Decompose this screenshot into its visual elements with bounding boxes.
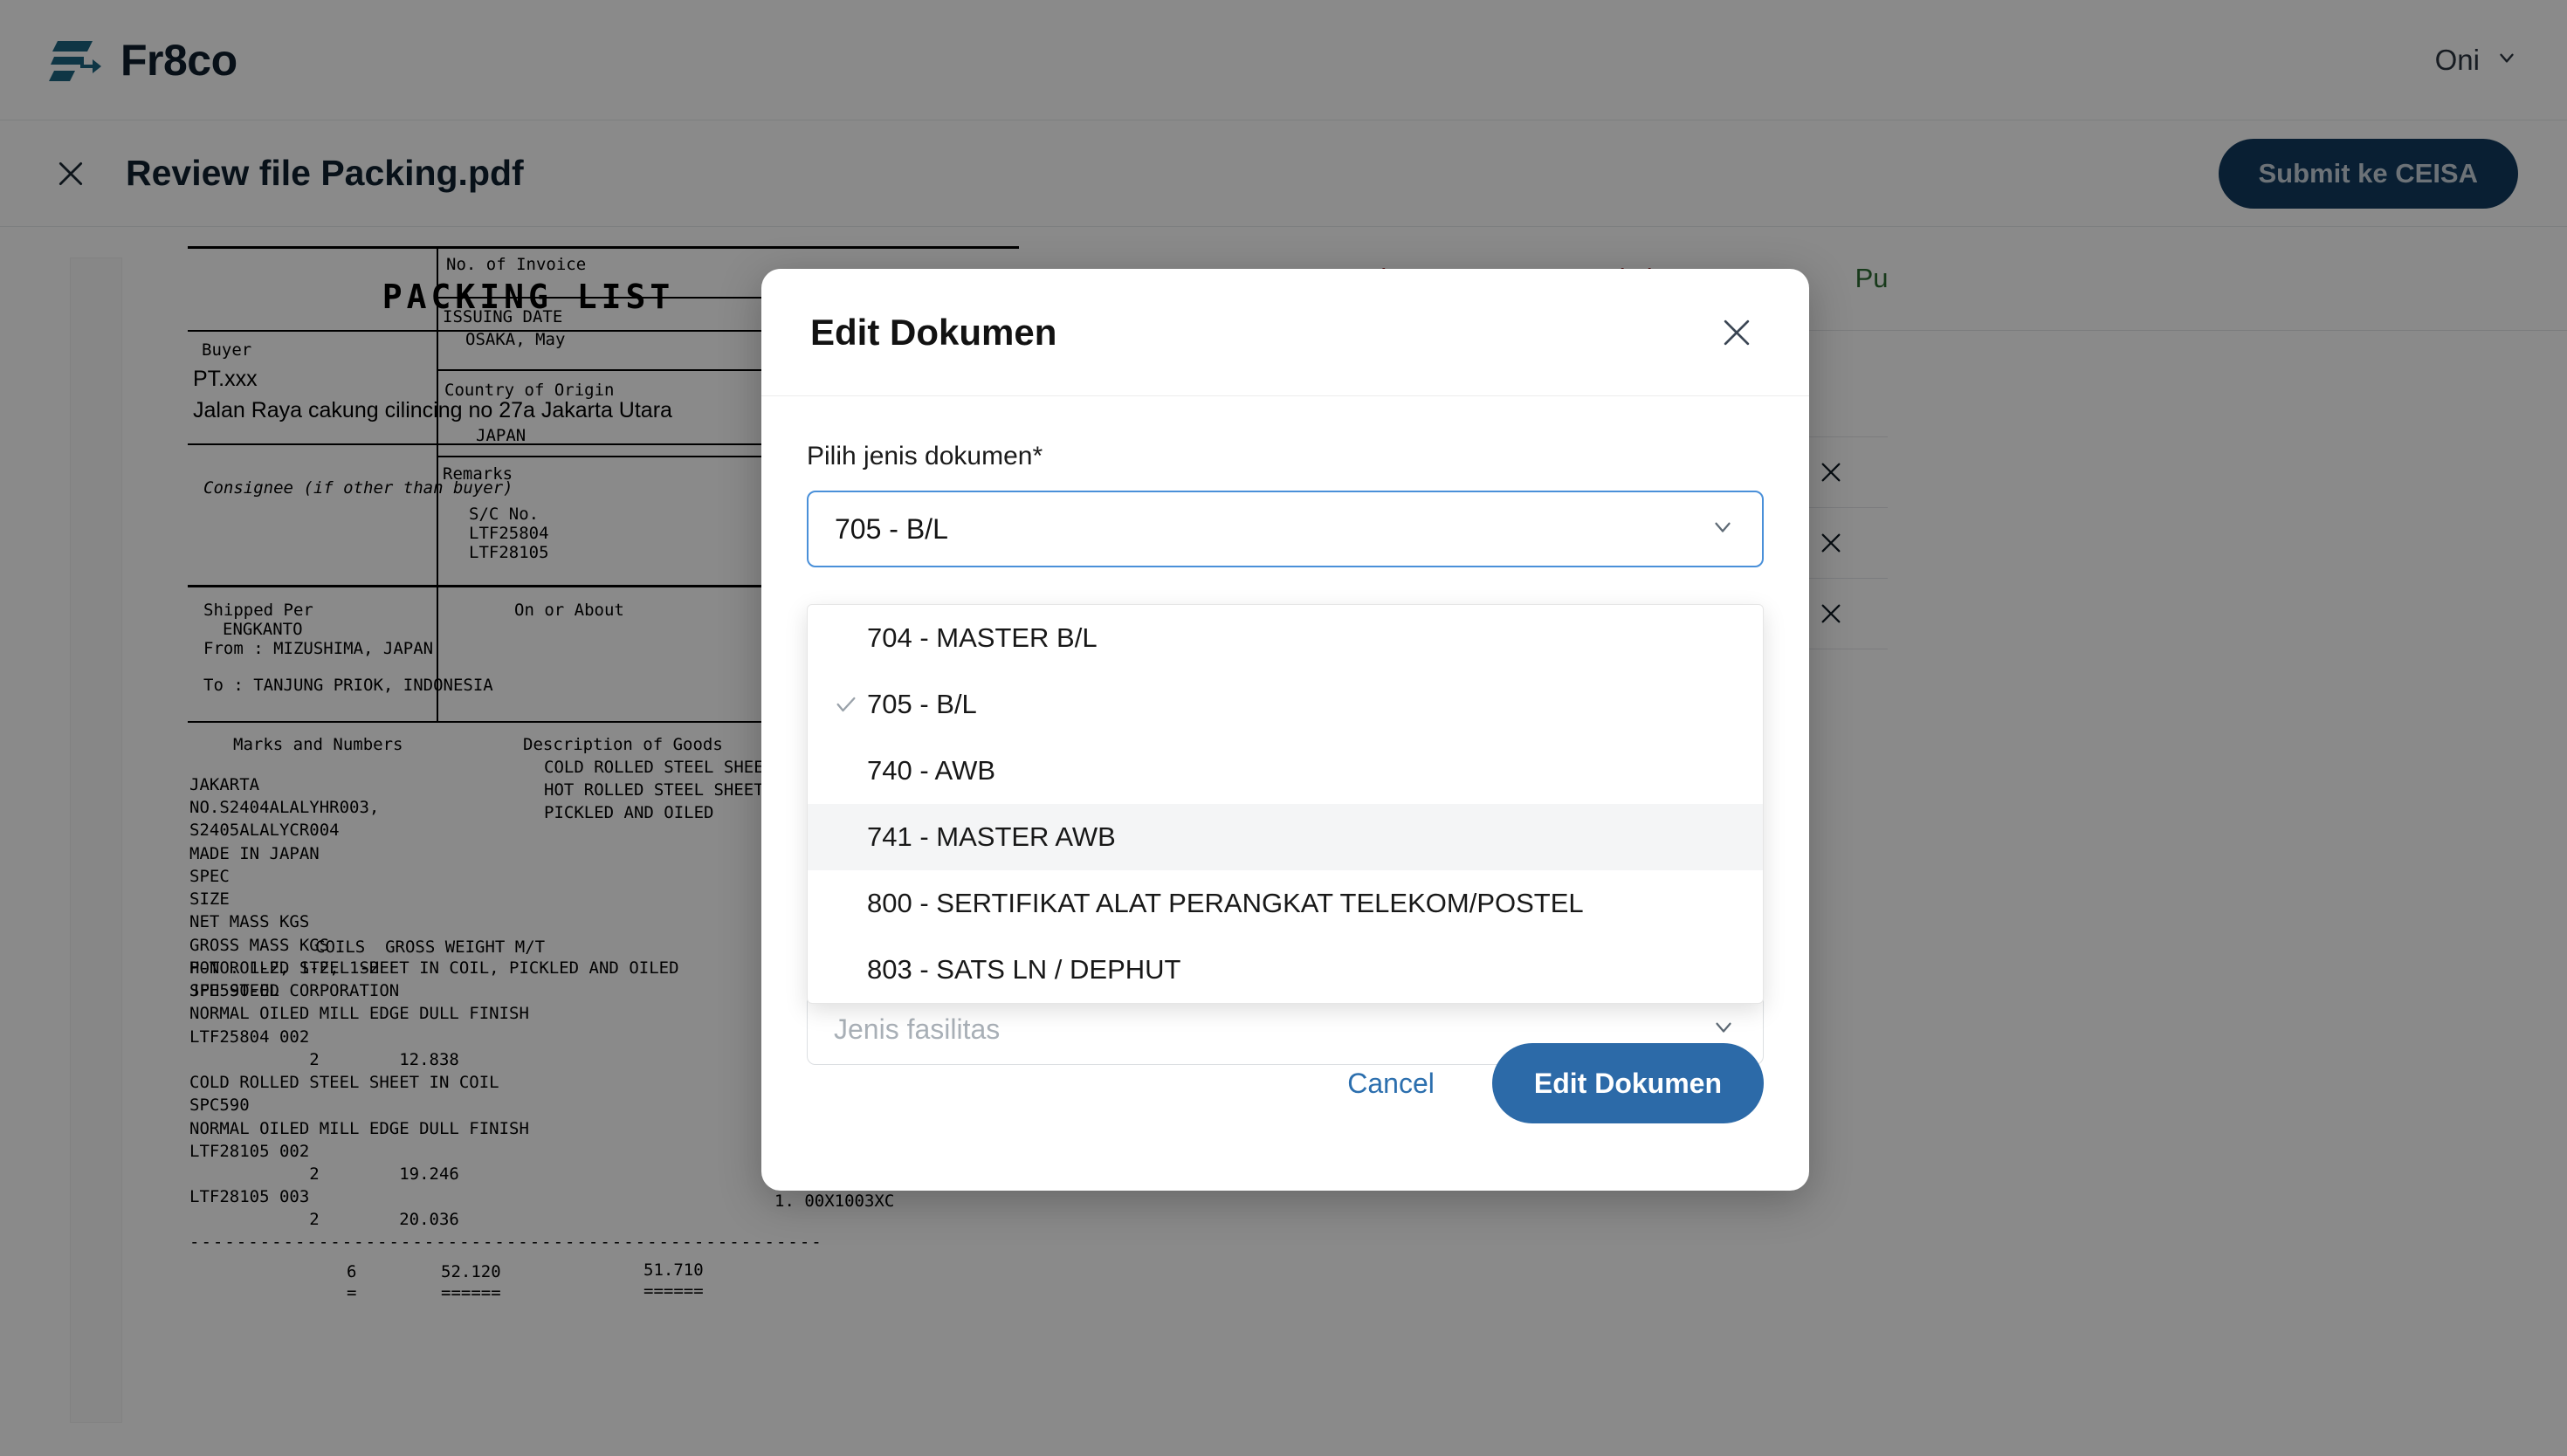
dropdown-option-704[interactable]: 704 - MASTER B/L [808, 605, 1763, 671]
close-icon [1717, 313, 1756, 352]
edit-dokumen-modal: Edit Dokumen Pilih jenis dokumen* 705 - … [761, 269, 1809, 1191]
dropdown-option-741[interactable]: 741 - MASTER AWB [808, 804, 1763, 870]
dropdown-option-label: 741 - MASTER AWB [867, 821, 1116, 853]
edit-dokumen-submit-button[interactable]: Edit Dokumen [1492, 1043, 1764, 1123]
modal-header: Edit Dokumen [761, 269, 1809, 396]
app-root: Fr8co Oni Review file Packing.pdf Submit… [0, 0, 2567, 1456]
jenis-dokumen-select[interactable]: 705 - B/L [807, 491, 1764, 567]
dropdown-option-803[interactable]: 803 - SATS LN / DEPHUT [808, 937, 1763, 1003]
cancel-button[interactable]: Cancel [1337, 1054, 1445, 1114]
modal-title: Edit Dokumen [810, 312, 1056, 354]
jenis-dokumen-dropdown-list[interactable]: 704 - MASTER B/L 705 - B/L 740 - AWB 741… [807, 604, 1764, 1004]
modal-footer: Cancel Edit Dokumen [761, 1007, 1809, 1191]
jenis-dokumen-selected-value: 705 - B/L [835, 513, 948, 546]
dropdown-option-740[interactable]: 740 - AWB [808, 738, 1763, 804]
check-icon [834, 692, 867, 717]
dropdown-option-label: 704 - MASTER B/L [867, 622, 1098, 654]
dropdown-option-label: 803 - SATS LN / DEPHUT [867, 954, 1180, 986]
dropdown-option-800[interactable]: 800 - SERTIFIKAT ALAT PERANGKAT TELEKOM/… [808, 870, 1763, 937]
dropdown-option-label: 740 - AWB [867, 755, 995, 786]
dropdown-option-705[interactable]: 705 - B/L [808, 671, 1763, 738]
modal-close-button[interactable] [1713, 309, 1760, 356]
dropdown-option-label: 705 - B/L [867, 689, 977, 720]
dropdown-option-label: 800 - SERTIFIKAT ALAT PERANGKAT TELEKOM/… [867, 888, 1584, 919]
jenis-dokumen-label: Pilih jenis dokumen* [807, 442, 1764, 471]
chevron-down-icon [1710, 514, 1736, 545]
